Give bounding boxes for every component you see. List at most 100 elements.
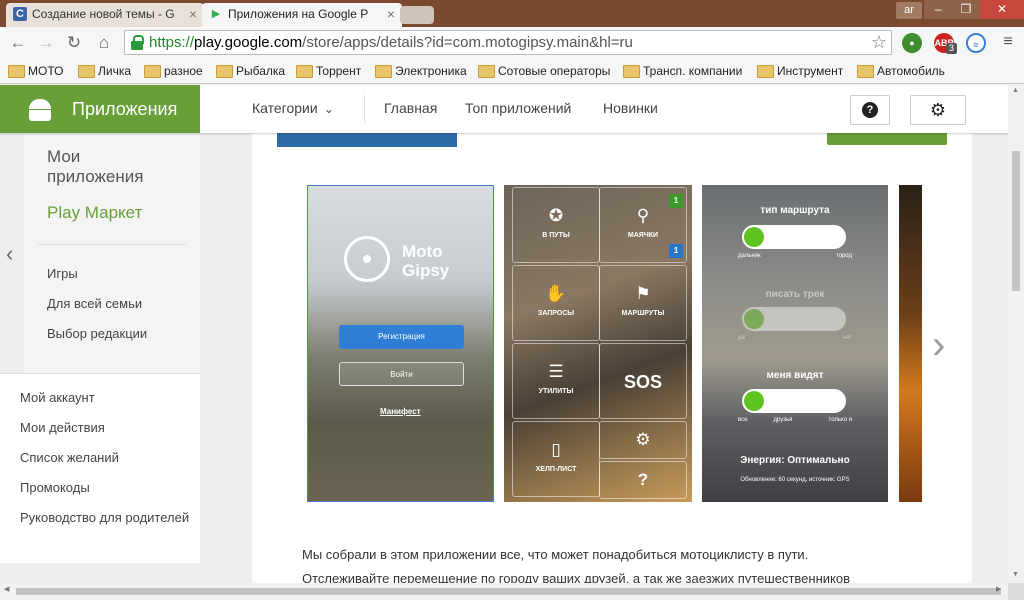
sidebar-item-games[interactable]: Игры	[47, 266, 78, 281]
sidebar-play-store[interactable]: Play Маркет	[47, 203, 142, 223]
address-bar[interactable]: https://play.google.com/store/apps/detai…	[124, 30, 892, 55]
track-toggle-ends: да нет	[738, 335, 852, 341]
account-item[interactable]: Список желаний	[20, 449, 190, 467]
tab-google-play[interactable]: ▶ Приложения на Google P ×	[202, 3, 402, 27]
nav-new[interactable]: Новинки	[603, 100, 658, 116]
play-favicon-icon: ▶	[211, 8, 221, 20]
map-pin-icon: ⚲	[636, 206, 650, 225]
toggle-knob	[744, 227, 764, 247]
back-arrow-icon[interactable]: ←	[6, 31, 30, 55]
sidebar-my-apps[interactable]: Мои приложения	[47, 147, 177, 187]
new-tab-button[interactable]	[400, 6, 434, 24]
bookmark-folder[interactable]: Торрент	[296, 62, 361, 80]
menu-tile: ⚑ МАРШРУТЫ	[599, 265, 687, 341]
account-item[interactable]: Мой аккаунт	[20, 389, 190, 407]
screenshot-login[interactable]: Moto Gipsy Регистрация Войти Манифест	[307, 185, 494, 502]
toggle-knob	[744, 309, 764, 329]
account-item[interactable]: Руководство для родителей	[20, 509, 190, 527]
update-status: Обновление: 60 секунд, источник: GPS	[740, 477, 850, 483]
tab-close-icon[interactable]: ×	[387, 3, 395, 25]
bookmark-folder[interactable]: МОТО	[8, 62, 63, 80]
sos-tile: SOS	[599, 343, 687, 419]
bookmark-folder[interactable]: Электроника	[375, 62, 467, 80]
scroll-right-icon[interactable]: ▶	[996, 585, 1001, 593]
bookmark-folder[interactable]: Сотовые операторы	[478, 62, 610, 80]
bookmark-folder[interactable]: Инструмент	[757, 62, 843, 80]
app-brand-title: Moto Gipsy	[402, 242, 450, 280]
categories-dropdown[interactable]: Категории ⌄	[252, 100, 334, 116]
scroll-thumb[interactable]	[1012, 151, 1020, 291]
scroll-down-icon[interactable]: ▼	[1012, 571, 1019, 578]
url-text[interactable]: https://play.google.com/store/apps/detai…	[149, 33, 633, 52]
primary-action-button[interactable]	[277, 133, 457, 147]
screenshot-partial[interactable]	[899, 185, 922, 502]
vertical-scrollbar[interactable]: ▲ ▼	[1008, 85, 1024, 583]
screenshot-menu[interactable]: ✪ В ПУТЫ ⚲ МАЯЧКИ 1 1 ✋ ЗАПРОСЫ ⚑ МАРШРУТЫ ☰…	[504, 185, 692, 502]
extension-blue-icon[interactable]: ≈	[966, 33, 986, 53]
forward-arrow-icon[interactable]: →	[34, 31, 58, 55]
play-header: Приложения Категории ⌄ Главная Топ прилож…	[0, 85, 1008, 133]
minimize-icon[interactable]: –	[924, 0, 952, 19]
route-icon: ⚑	[635, 284, 651, 303]
collapse-sidebar-icon[interactable]: ‹	[6, 241, 13, 267]
profile-badge[interactable]: ar	[896, 2, 922, 19]
app-details-card: Moto Gipsy Регистрация Войти Манифест ✪ В…	[252, 133, 972, 583]
nav-top-apps[interactable]: Топ приложений	[465, 100, 571, 116]
bookmark-folder[interactable]: Автомобиль	[857, 62, 945, 80]
track-label: писать трек	[765, 289, 825, 300]
toggle-knob	[744, 391, 764, 411]
android-icon	[28, 97, 52, 121]
help-button[interactable]: ?	[850, 95, 890, 125]
scroll-up-icon[interactable]: ▲	[1012, 87, 1019, 94]
settings-button[interactable]: ⚙	[910, 95, 966, 125]
account-item[interactable]: Мои действия	[20, 419, 190, 437]
menu-tile: ⚲ МАЯЧКИ 1 1	[599, 187, 687, 263]
menu-tile: ▯ ХЕЛП-ЛИСТ	[512, 421, 600, 497]
maximize-icon[interactable]: ❐	[952, 0, 980, 19]
bookmark-star-icon[interactable]: ☆	[871, 31, 887, 54]
screenshot-settings[interactable]: тип маршрута дальняк город писать трек да…	[702, 185, 888, 502]
scroll-thumb[interactable]	[16, 588, 1001, 595]
horizontal-scrollbar[interactable]: ◀ ▶	[0, 583, 1008, 600]
browser-toolbar: ← → ↻ ⌂ https://play.google.com/store/ap…	[0, 27, 1024, 58]
question-icon: ?	[637, 470, 649, 489]
settings-tile: ⚙	[599, 421, 687, 459]
lock-icon	[131, 35, 144, 50]
menu-tile: ✪ В ПУТЫ	[512, 187, 600, 263]
phone-icon: ▯	[551, 440, 561, 459]
visibility-label: меня видят	[766, 370, 824, 381]
next-screenshot-icon[interactable]: ›	[932, 323, 945, 368]
gear-icon: ⚙	[635, 430, 651, 449]
sidebar-item-editors-choice[interactable]: Выбор редакции	[47, 326, 147, 341]
description-line: Отслеживайте перемещение по городу ваших…	[302, 571, 850, 583]
tab-strip: C Создание новой темы - G × ▶ Приложения…	[0, 0, 1024, 27]
tab-title: Создание новой темы - G	[32, 7, 175, 21]
home-icon[interactable]: ⌂	[92, 31, 116, 55]
tab-new-topic[interactable]: C Создание новой темы - G ×	[6, 3, 204, 27]
bookmark-folder[interactable]: Трансп. компании	[623, 62, 742, 80]
scroll-left-icon[interactable]: ◀	[4, 585, 9, 593]
bookmark-folder[interactable]: Личка	[78, 62, 131, 80]
bookmark-folder[interactable]: Рыбалка	[216, 62, 285, 80]
play-store-page: ‹ Мои приложения Play Маркет Игры Для вс…	[0, 85, 1008, 583]
apps-section-tile[interactable]: Приложения	[0, 85, 200, 133]
install-button[interactable]	[827, 133, 947, 145]
tab-close-icon[interactable]: ×	[189, 3, 197, 25]
reload-icon[interactable]: ↻	[62, 31, 86, 55]
browser-menu-icon[interactable]: ≡	[1000, 33, 1016, 51]
menu-tile: ☰ УТИЛИТЫ	[512, 343, 600, 419]
moto-gipsy-logo-icon	[344, 236, 390, 282]
list-icon: ☰	[548, 362, 564, 381]
extension-green-icon[interactable]: ●	[902, 33, 922, 53]
scrollbar-corner	[1008, 583, 1024, 600]
window-close-icon[interactable]: ✕	[980, 0, 1024, 19]
forum-favicon-icon: C	[13, 7, 27, 21]
visibility-toggle-ends: все друзья только я	[738, 417, 852, 423]
bookmark-folder[interactable]: разное	[144, 62, 203, 80]
wheel-icon: ✪	[548, 206, 564, 225]
register-button: Регистрация	[339, 325, 464, 349]
sidebar-item-family[interactable]: Для всей семьи	[47, 296, 142, 311]
account-item[interactable]: Промокоды	[20, 479, 190, 497]
login-button: Войти	[339, 362, 464, 386]
nav-home[interactable]: Главная	[384, 100, 437, 116]
